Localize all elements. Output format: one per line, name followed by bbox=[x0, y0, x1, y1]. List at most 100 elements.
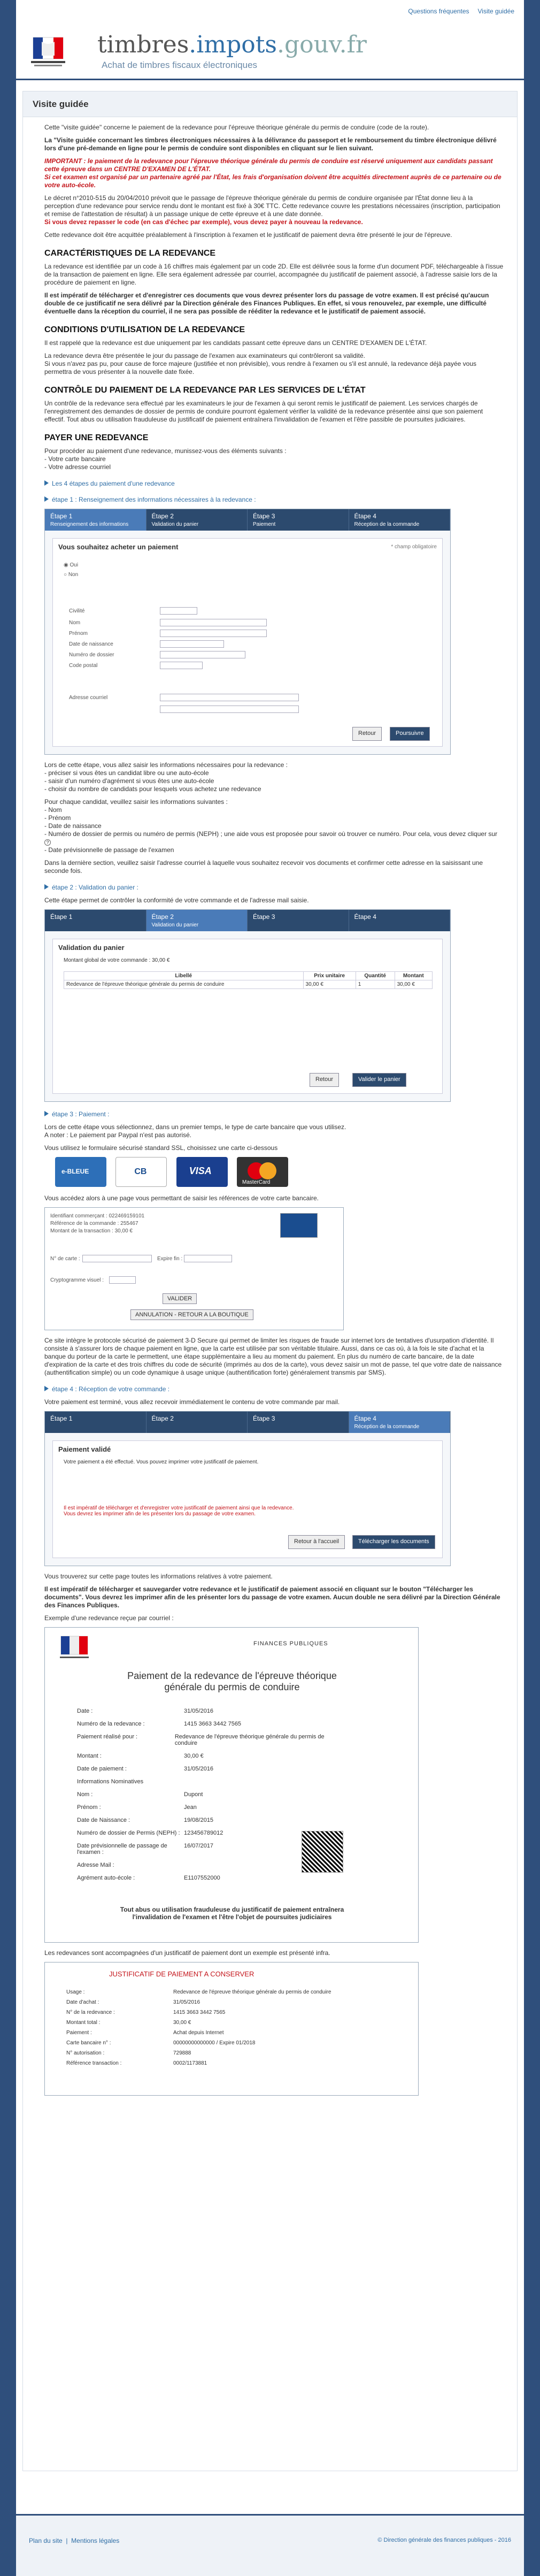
ticket-row: Paiement : Achat depuis Internet bbox=[66, 2030, 224, 2036]
intro-para: La "Visite guidée concernant les timbres… bbox=[44, 136, 497, 152]
mastercard-card[interactable]: MasterCard bbox=[237, 1157, 289, 1187]
step2-screenshot: Étape 1 Étape 2 Validation du panier Étap… bbox=[44, 909, 451, 1102]
step2-link[interactable]: étape 2 : Validation du panier : bbox=[44, 884, 504, 891]
wizard-tab-1: Étape 1 bbox=[45, 910, 146, 931]
step4-para: Votre paiement est terminé, vous allez r… bbox=[44, 1398, 340, 1406]
expiry-select[interactable] bbox=[184, 1255, 232, 1262]
intro-para: Le décret n°2010-515 du 20/04/2010 prévo… bbox=[44, 194, 500, 226]
visa-card[interactable]: VISA bbox=[176, 1157, 228, 1187]
continue-button[interactable]: Poursuivre bbox=[390, 727, 430, 741]
wizard-steps: Étape 1 Renseignement des informations Ét… bbox=[45, 509, 450, 531]
cart-back-button[interactable]: Retour bbox=[310, 1073, 340, 1087]
section-para: Il est rappelé que la redevance est due … bbox=[44, 339, 427, 347]
cvv-label: Cryptogramme visuel : bbox=[50, 1277, 104, 1283]
republique-francaise-logo bbox=[26, 36, 71, 68]
step1-link[interactable]: étape 1 : Renseignement des informations… bbox=[44, 496, 504, 503]
cb-card[interactable]: CB bbox=[115, 1157, 167, 1187]
ticket-row: Numéro de dossier de Permis (NEPH) :1234… bbox=[77, 1830, 223, 1836]
cvv-input[interactable] bbox=[109, 1276, 136, 1284]
ticket-row: Date de paiement :31/05/2016 bbox=[77, 1766, 214, 1772]
paid-msg: Votre paiement a été effectué. Vous pouv… bbox=[64, 1459, 259, 1465]
wizard-steps: Étape 1 Étape 2 Validation du panier Étap… bbox=[45, 910, 450, 931]
civilite-select[interactable] bbox=[160, 607, 197, 615]
help-icon[interactable]: ? bbox=[44, 839, 51, 846]
ticket-row: Référence transaction :0002/1173881 bbox=[66, 2060, 207, 2066]
home-button[interactable]: Retour à l'accueil bbox=[288, 1535, 345, 1549]
paid-title: Paiement validé bbox=[58, 1445, 111, 1453]
validate-cart-button[interactable]: Valider le panier bbox=[352, 1073, 406, 1087]
section-para: La redevance est identifiée par un code … bbox=[44, 263, 504, 286]
receipt-rows: Usage : Redevance de l'épreuve théorique … bbox=[66, 1989, 387, 2071]
ticket-row: Adresse Mail : bbox=[77, 1862, 114, 1868]
section-para: La redevance devra être présentée le jou… bbox=[44, 352, 477, 375]
receipt-sample: JUSTIFICATIF DE PAIEMENT A CONSERVER Usa… bbox=[44, 1962, 419, 2096]
back-button[interactable]: Retour bbox=[352, 727, 382, 741]
label-civilite: Civilité bbox=[69, 608, 85, 614]
site-brand[interactable]: timbres.impots.gouv.fr bbox=[97, 31, 367, 58]
sitemap-link[interactable]: Plan du site bbox=[29, 2537, 63, 2544]
intro-para: Cette "visite guidée" concerne le paieme… bbox=[44, 124, 429, 131]
important-note: IMPORTANT : le paiement de la redevance … bbox=[44, 157, 502, 189]
step3-para: Lors de cette étape vous sélectionnez, d… bbox=[44, 1123, 346, 1139]
main-content: Cette "visite guidée" concerne le paieme… bbox=[44, 124, 504, 2102]
visite-guidee-link[interactable]: Visite guidée bbox=[478, 7, 515, 15]
site-tagline: Achat de timbres fiscaux électroniques bbox=[102, 60, 258, 70]
merchant-id: Identifiant commerçant : 022469159101 bbox=[50, 1213, 145, 1219]
card-number-input[interactable] bbox=[82, 1255, 152, 1262]
arrow-icon bbox=[44, 884, 49, 890]
ticket-row: Prénom : Jean bbox=[77, 1804, 197, 1811]
footer-links: Plan du site | Mentions légales bbox=[29, 2537, 120, 2544]
ticket-row: Numéro de la redevance :1415 3663 3442 7… bbox=[77, 1721, 242, 1727]
after-para: Il est impératif de télécharger et sauve… bbox=[44, 1585, 500, 1609]
steps-overview-link[interactable]: Les 4 étapes du paiement d'une redevance bbox=[44, 480, 504, 487]
site-footer: Plan du site | Mentions légales © Direct… bbox=[16, 2514, 524, 2576]
form-title: Vous souhaitez acheter un paiement bbox=[58, 543, 179, 551]
step4-screenshot: Étape 1 Étape 2 Étape 3 Étape 4 Réception… bbox=[44, 1411, 451, 1566]
radio-oui[interactable]: ◉ Oui bbox=[64, 562, 78, 568]
table-row: Redevance de l'épreuve théorique général… bbox=[64, 980, 433, 989]
download-button[interactable]: Télécharger les documents bbox=[352, 1535, 435, 1549]
wizard-tab-4: Étape 4 bbox=[349, 910, 450, 931]
radio-non[interactable]: ○ Non bbox=[64, 572, 78, 578]
arrow-icon bbox=[44, 496, 49, 502]
cart-box: Validation du panier Montant global de v… bbox=[52, 939, 443, 1094]
order-ref: Référence de la commande : 255467 bbox=[50, 1221, 138, 1226]
cp-input[interactable] bbox=[160, 662, 203, 669]
nom-input[interactable] bbox=[160, 619, 267, 626]
section-heading: CARACTÉRISTIQUES DE LA REDEVANCE bbox=[44, 249, 216, 258]
wizard-tab-3: Étape 3 bbox=[248, 910, 349, 931]
faq-link[interactable]: Questions fréquentes bbox=[408, 7, 469, 15]
section-heading: PAYER UNE REDEVANCE bbox=[44, 433, 149, 442]
arrow-icon bbox=[44, 1111, 49, 1116]
naissance-input[interactable] bbox=[160, 640, 224, 648]
ticket-row: Agrément auto-école : E1107552000 bbox=[77, 1875, 220, 1881]
email-confirm-input[interactable] bbox=[160, 706, 299, 713]
legal-link[interactable]: Mentions légales bbox=[71, 2537, 119, 2544]
ticket-row: N° autorisation :729888 bbox=[66, 2050, 191, 2056]
step4-link[interactable]: étape 4 : Réception de votre commande : bbox=[44, 1385, 504, 1393]
ticket-row: Date prévisionnelle de passage de l'exam… bbox=[77, 1843, 214, 1856]
label-dossier: Numéro de dossier bbox=[69, 652, 114, 658]
ticket-row: Informations Nominatives bbox=[77, 1778, 144, 1785]
wizard-tab-3: Étape 3 bbox=[248, 1412, 349, 1433]
step1-para: Dans la dernière section, veuillez saisi… bbox=[44, 859, 483, 875]
label-naissance: Date de naissance bbox=[69, 641, 113, 647]
dossier-input[interactable] bbox=[160, 651, 245, 658]
prenom-input[interactable] bbox=[160, 630, 267, 637]
card-cancel-button[interactable]: ANNULATION - RETOUR A LA BOUTIQUE bbox=[130, 1309, 253, 1320]
ebleue-card[interactable]: e-BLEUE bbox=[55, 1157, 106, 1187]
secure-note: Vous utilisez le formulaire sécurisé sta… bbox=[44, 1144, 278, 1152]
label-email: Adresse courriel bbox=[69, 695, 108, 701]
top-links: Questions fréquentes Visite guidée bbox=[399, 7, 514, 15]
step2-para: Cette étape permet de contrôler la confo… bbox=[44, 896, 309, 904]
email-input[interactable] bbox=[160, 694, 299, 701]
step1-para: Pour chaque candidat, veuillez saisir le… bbox=[44, 798, 498, 854]
receipt-head: JUSTIFICATIF DE PAIEMENT A CONSERVER bbox=[109, 1970, 254, 1978]
card-validate-button[interactable]: VALIDER bbox=[163, 1293, 197, 1304]
page-title: Visite guidée bbox=[23, 91, 517, 117]
step3-link[interactable]: étape 3 : Paiement : bbox=[44, 1110, 504, 1118]
after-para: Vous trouverez sur cette page toutes les… bbox=[44, 1573, 273, 1580]
wizard-tab-4: Étape 4 Réception de la commande bbox=[349, 1412, 450, 1433]
wizard-tab-1: Étape 1 bbox=[45, 1412, 146, 1433]
ticket-row: Nom : Dupont bbox=[77, 1791, 203, 1798]
